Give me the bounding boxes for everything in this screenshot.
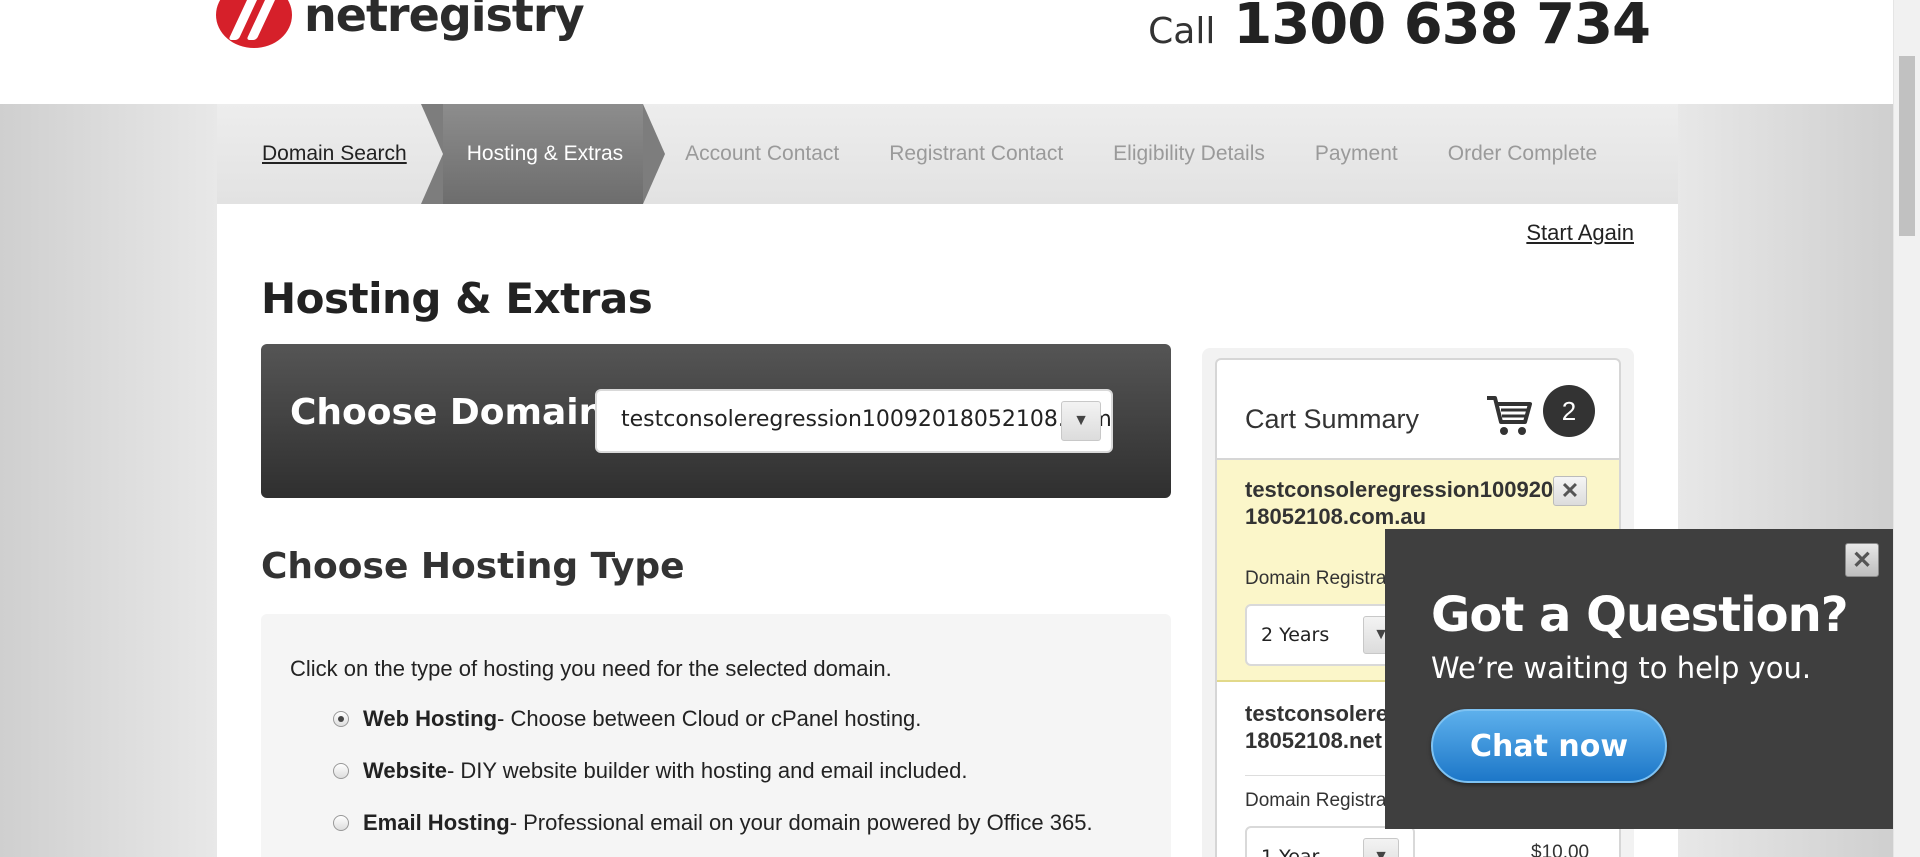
option-website[interactable]: Website - DIY website builder with hosti… (333, 758, 968, 784)
years-value: 2 Years (1261, 624, 1330, 646)
phone-number[interactable]: 1300 638 734 (1233, 0, 1651, 57)
option-desc: - Professional email on your domain powe… (509, 810, 1093, 835)
option-desc: - Choose between Cloud or cPanel hosting… (497, 706, 922, 731)
step-label: Order Complete (1447, 142, 1598, 165)
site-header: netregistry Call 1300 638 734 (0, 0, 1893, 104)
cart-count-badge: 2 (1543, 385, 1595, 437)
step-account-contact: Account Contact (643, 104, 867, 204)
checkout-steps: Domain Search Hosting & Extras Account C… (217, 104, 1678, 204)
cart-item-name: testconsoleregression10092018052108.com.… (1245, 477, 1554, 529)
chat-subtitle: We’re waiting to help you. (1431, 651, 1812, 685)
option-desc: - DIY website builder with hosting and e… (446, 758, 968, 783)
cart-title: Cart Summary (1245, 404, 1420, 434)
option-email-hosting[interactable]: Email Hosting - Professional email on yo… (333, 810, 1093, 836)
phone-contact: Call 1300 638 734 (1148, 0, 1651, 57)
shopping-cart-icon[interactable] (1485, 392, 1533, 438)
page-title: Hosting & Extras (261, 274, 653, 323)
chat-now-button[interactable]: Chat now (1431, 709, 1667, 783)
chevron-down-icon[interactable]: ▼ (1363, 838, 1399, 857)
cart-header: Cart Summary 2 (1217, 360, 1619, 460)
step-hosting-extras: Hosting & Extras (420, 104, 666, 204)
option-web-hosting[interactable]: Web Hosting - Choose between Cloud or cP… (333, 706, 921, 732)
years-value: 1 Year (1261, 846, 1320, 857)
close-icon[interactable]: ✕ (1845, 543, 1879, 577)
step-order-complete: Order Complete (1426, 104, 1625, 204)
step-label: Domain Search (262, 142, 407, 165)
choose-domain-title: Choose Domain (290, 392, 605, 433)
step-payment: Payment (1293, 104, 1426, 204)
logo-text: netregistry (304, 0, 585, 42)
option-name: Website (363, 758, 447, 783)
step-label: Registrant Contact (889, 142, 1064, 165)
step-label: Account Contact (685, 142, 840, 165)
chat-popup: ✕ Got a Question? We’re waiting to help … (1385, 529, 1893, 829)
step-registrant-contact: Registrant Contact (867, 104, 1091, 204)
chevron-down-icon[interactable]: ▼ (1061, 401, 1101, 441)
website-radio[interactable] (333, 763, 349, 779)
choose-domain-panel: Choose Domain testconsoleregression10092… (261, 344, 1171, 498)
hosting-type-title: Choose Hosting Type (261, 546, 685, 587)
step-label: Eligibility Details (1113, 142, 1265, 165)
domain-select[interactable]: testconsoleregression10092018052108.com.… (595, 389, 1113, 453)
years-select[interactable]: 1 Year ▼ (1245, 826, 1415, 857)
email-hosting-radio[interactable] (333, 815, 349, 831)
netregistry-logo[interactable]: netregistry (216, 0, 585, 48)
page-scrollbar[interactable] (1893, 0, 1920, 857)
option-name: Web Hosting (363, 706, 498, 731)
step-label: Payment (1314, 142, 1398, 165)
call-label: Call (1148, 11, 1216, 52)
step-label: Hosting & Extras (466, 142, 624, 165)
hosting-intro-text: Click on the type of hosting you need fo… (290, 656, 892, 681)
scrollbar-thumb[interactable] (1899, 56, 1915, 236)
logo-mark-icon (216, 0, 292, 48)
cart-item-price: $10.00 (1531, 842, 1590, 857)
domain-select-value: testconsoleregression10092018052108.com.… (621, 407, 1113, 432)
chat-title: Got a Question? (1431, 587, 1849, 643)
remove-item-close-icon[interactable]: ✕ (1553, 476, 1587, 506)
option-name: Email Hosting (363, 810, 510, 835)
step-eligibility-details: Eligibility Details (1091, 104, 1293, 204)
step-domain-search[interactable]: Domain Search (217, 104, 435, 204)
start-again-link[interactable]: Start Again (1526, 220, 1634, 246)
hosting-type-panel: Click on the type of hosting you need fo… (261, 614, 1171, 857)
web-hosting-radio[interactable] (333, 711, 349, 727)
